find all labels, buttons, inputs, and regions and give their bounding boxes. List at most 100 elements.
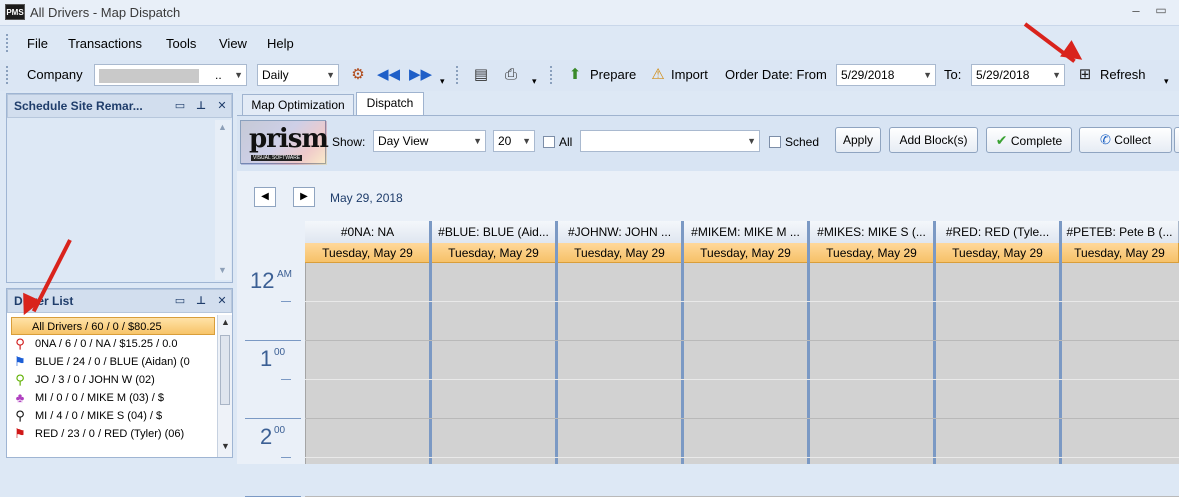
driver-list-item[interactable]: ⚲ MI / 4 / 0 / MIKE S (04) / $ — [11, 407, 215, 425]
overflow-icon-3[interactable]: ▾ — [1164, 76, 1169, 87]
menu-transactions[interactable]: Transactions — [68, 36, 142, 51]
pin-icon[interactable]: ⊥ — [194, 99, 208, 113]
schedule-column[interactable] — [305, 263, 431, 464]
import-button[interactable]: ⚠ Import — [648, 65, 718, 85]
count-select[interactable]: 20 ▼ — [493, 130, 535, 152]
schedule-column[interactable] — [809, 263, 935, 464]
driver-column-header[interactable]: #MIKEM: MIKE M ... — [683, 221, 809, 243]
scroll-down-icon[interactable]: ▼ — [221, 441, 230, 451]
driver-list-item[interactable]: ⚲ 0NA / 6 / 0 / NA / $15.25 / 0.0 — [11, 335, 215, 353]
sched-label: Sched — [785, 135, 820, 149]
order-date-from-label: Order Date: From — [725, 67, 827, 82]
menu-help[interactable]: Help — [267, 36, 294, 51]
to-date-picker[interactable]: 5/29/2018 ▼ — [971, 64, 1065, 86]
schedule-scrollbar[interactable]: ▲ ▼ — [215, 120, 231, 280]
window-title: All Drivers - Map Dispatch — [30, 5, 181, 20]
driver-item-label: MI / 4 / 0 / MIKE S (04) / $ — [35, 410, 163, 422]
maximize-button[interactable]: ▭ — [1153, 3, 1169, 19]
view-select[interactable]: Day View ▼ — [373, 130, 486, 152]
close-icon[interactable]: ✕ — [215, 99, 229, 113]
schedule-panel-header: Schedule Site Remar... ▭ ⊥ ✕ — [7, 94, 232, 118]
view-value: Day View — [378, 134, 429, 148]
all-checkbox[interactable] — [543, 136, 555, 148]
map-icon[interactable]: ⚙ — [348, 65, 368, 85]
next-day-button[interactable]: ▶ — [293, 187, 315, 207]
driver-column-header[interactable]: #MIKES: MIKE S (... — [809, 221, 935, 243]
from-date-picker[interactable]: 5/29/2018 ▼ — [836, 64, 936, 86]
main-toolbar: Company .. ▼ Daily ▼ ⚙ ◀◀ ▶▶ ▾ ▤ ⎙ ▾ ⬆ P… — [0, 60, 1179, 91]
schedule-column[interactable] — [683, 263, 809, 464]
sched-checkbox[interactable] — [769, 136, 781, 148]
to-label: To: — [944, 67, 962, 82]
collect-button[interactable]: ✆ Collect — [1079, 127, 1172, 153]
import-label: Import — [671, 67, 708, 82]
driver-list-item[interactable]: ⚑ BLUE / 24 / 0 / BLUE (Aidan) (0 — [11, 353, 215, 371]
minimize-button[interactable]: – — [1128, 3, 1144, 19]
overflow-icon[interactable]: ▾ — [440, 76, 445, 87]
day-header: Tuesday, May 29 — [431, 243, 557, 263]
column-separator — [933, 221, 936, 464]
overflow-icon-2[interactable]: ▾ — [532, 76, 537, 87]
prev-day-button[interactable]: ◀ — [254, 187, 276, 207]
time-suffix-label: AM — [277, 269, 292, 280]
driver-item-label: JO / 3 / 0 / JOHN W (02) — [35, 374, 155, 386]
scroll-up-icon[interactable]: ▲ — [221, 317, 230, 327]
schedule-column[interactable] — [935, 263, 1061, 464]
tab-dispatch[interactable]: Dispatch — [356, 92, 424, 116]
driver-column-header[interactable]: #BLUE: BLUE (Aid... — [431, 221, 557, 243]
driver-list-item[interactable]: ♣ MI / 0 / 0 / MIKE M (03) / $ — [11, 389, 215, 407]
driver-list-item[interactable]: ⚲ JO / 3 / 0 / JOHN W (02) — [11, 371, 215, 389]
prepare-button[interactable]: ⬆ Prepare — [565, 65, 643, 85]
calendar-grid: #0NA: NA Tuesday, May 29 #BLUE: BLUE (Aid.… — [237, 221, 1179, 497]
menu-file[interactable]: File — [27, 36, 48, 51]
tab-map-optimization[interactable]: Map Optimization — [242, 94, 354, 116]
add-blocks-button[interactable]: Add Block(s) — [889, 127, 978, 153]
company-select[interactable]: .. ▼ — [94, 64, 247, 86]
menu-tools[interactable]: Tools — [166, 36, 196, 51]
window-icon[interactable]: ▭ — [173, 294, 187, 308]
schedule-column[interactable] — [557, 263, 683, 464]
driver-column-header[interactable]: #RED: RED (Tyle... — [935, 221, 1061, 243]
schedule-column[interactable] — [431, 263, 557, 464]
day-header: Tuesday, May 29 — [809, 243, 935, 263]
driver-item-label: BLUE / 24 / 0 / BLUE (Aidan) (0 — [35, 356, 190, 368]
fast-forward-icon[interactable]: ▶▶ — [409, 65, 432, 85]
chevron-down-icon: ▼ — [326, 70, 335, 80]
driver-list-item[interactable]: ⚑ RED / 23 / 0 / RED (Tyler) (06) — [11, 425, 215, 443]
pin-icon: ⚲ — [15, 408, 25, 423]
export-icon[interactable]: ▤ — [471, 65, 491, 85]
rewind-icon[interactable]: ◀◀ — [377, 65, 400, 85]
time-slot-line — [305, 457, 1179, 458]
driver-column-header[interactable]: #JOHNW: JOHN ... — [557, 221, 683, 243]
period-select[interactable]: Daily ▼ — [257, 64, 339, 86]
complete-button[interactable]: ✔ Complete — [986, 127, 1072, 153]
pin-icon[interactable]: ⊥ — [194, 294, 208, 308]
driver-scrollbar[interactable]: ▲ ▼ — [217, 315, 232, 457]
menu-view[interactable]: View — [219, 36, 247, 51]
scroll-down-icon[interactable]: ▼ — [218, 265, 227, 275]
complete-label: Complete — [1010, 134, 1063, 148]
more-button[interactable] — [1174, 127, 1179, 153]
schedule-column[interactable] — [1061, 263, 1179, 464]
toolbar-grip — [6, 66, 9, 84]
window-icon[interactable]: ▭ — [173, 99, 187, 113]
driver-list: All Drivers / 60 / 0 / $80.25 ⚲ 0NA / 6 / … — [7, 315, 232, 457]
print-icon[interactable]: ⎙ — [501, 65, 521, 85]
time-hour-label: 2 — [260, 424, 273, 449]
prepare-icon: ⬆ — [568, 66, 582, 83]
chevron-down-icon: ▼ — [923, 70, 932, 80]
company-redacted — [99, 68, 199, 83]
scroll-up-icon[interactable]: ▲ — [218, 122, 227, 132]
scroll-thumb[interactable] — [220, 335, 230, 405]
filter-select[interactable]: ▼ — [580, 130, 760, 152]
driver-list-item[interactable]: All Drivers / 60 / 0 / $80.25 — [11, 317, 215, 335]
time-slot-line — [305, 418, 1179, 419]
driver-column-header[interactable]: #PETEB: Pete B (... — [1061, 221, 1179, 243]
refresh-button[interactable]: ⊞ Refresh — [1075, 65, 1153, 85]
driver-column-header[interactable]: #0NA: NA — [305, 221, 431, 243]
apply-button[interactable]: Apply — [835, 127, 881, 153]
day-header: Tuesday, May 29 — [683, 243, 809, 263]
time-suffix-label: 00 — [274, 347, 286, 358]
toolbar-grip-3 — [550, 66, 553, 84]
close-icon[interactable]: ✕ — [215, 294, 229, 308]
